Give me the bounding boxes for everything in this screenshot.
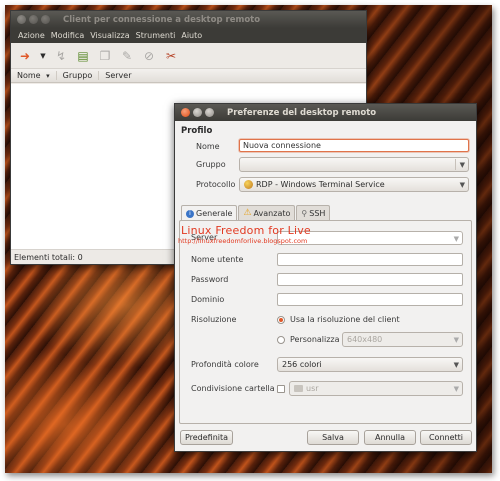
generale-panel: Server ▼ Nome utente Password Dominio Ri… xyxy=(179,220,472,424)
close-icon[interactable] xyxy=(181,108,190,117)
status-text: Elementi totali: 0 xyxy=(14,252,83,262)
chevron-down-icon: ▼ xyxy=(459,181,465,189)
risoluzione-label: Risoluzione xyxy=(191,315,237,324)
column-server[interactable]: Server xyxy=(99,71,137,80)
info-icon: i xyxy=(186,209,194,218)
prefs-titlebar: Preferenze del desktop remoto xyxy=(175,104,476,121)
password-label: Password xyxy=(191,275,229,284)
risoluzione-client-radio[interactable] xyxy=(277,316,285,324)
menu-visualizza[interactable]: Visualizza xyxy=(87,31,132,40)
nome-label: Nome xyxy=(196,142,220,151)
minimize-icon[interactable] xyxy=(193,108,202,117)
tab-generale[interactable]: i Generale xyxy=(181,205,238,221)
menu-modifica[interactable]: Modifica xyxy=(48,31,87,40)
folder-icon xyxy=(294,385,303,392)
nome-field[interactable]: Nuova connessione xyxy=(239,139,469,152)
profondita-combo[interactable]: 256 colori ▼ xyxy=(277,357,463,372)
chevron-down-icon: ▼ xyxy=(453,385,459,393)
protocollo-label: Protocollo xyxy=(196,180,236,189)
rdp-icon xyxy=(244,180,253,189)
menu-aiuto[interactable]: Aiuto xyxy=(178,31,205,40)
gruppo-label: Gruppo xyxy=(196,160,226,169)
utente-field[interactable] xyxy=(277,253,463,266)
menu-strumenti[interactable]: Strumenti xyxy=(133,31,179,40)
profile-heading: Profilo xyxy=(181,126,213,136)
maximize-icon[interactable] xyxy=(41,15,50,24)
condivisione-value: usr xyxy=(306,384,319,393)
column-nome[interactable]: Nome ▾ xyxy=(11,71,57,80)
tab-bar: i Generale ⚠ Avanzato ⚲ SSH xyxy=(181,205,331,221)
connect-icon[interactable]: ➜ xyxy=(17,48,33,64)
maximize-icon[interactable] xyxy=(205,108,214,117)
copy-icon[interactable]: ❐ xyxy=(97,48,113,64)
gruppo-combo[interactable]: ▼ xyxy=(239,157,469,172)
chevron-down-icon: ▼ xyxy=(459,161,465,169)
condivisione-label: Condivisione cartella xyxy=(191,384,275,393)
personalizza-radio[interactable] xyxy=(277,336,285,344)
new-document-icon[interactable]: ▤ xyxy=(75,48,91,64)
tab-avanzato[interactable]: ⚠ Avanzato xyxy=(238,205,296,220)
profondita-value: 256 colori xyxy=(282,360,322,369)
utente-label: Nome utente xyxy=(191,255,244,264)
dominio-field[interactable] xyxy=(277,293,463,306)
annulla-button[interactable]: Annulla xyxy=(364,430,416,445)
menu-azione[interactable]: Azione xyxy=(15,31,48,40)
chevron-down-icon: ▼ xyxy=(453,336,459,344)
predefinita-button[interactable]: Predefinita xyxy=(180,430,233,445)
preferences-icon[interactable]: ✂ xyxy=(163,48,179,64)
personalizza-value: 640x480 xyxy=(347,335,383,344)
column-header: Nome ▾ Gruppo Server xyxy=(11,69,366,83)
connetti-button[interactable]: Connetti xyxy=(420,430,472,445)
tab-ssh[interactable]: ⚲ SSH xyxy=(296,205,331,220)
protocollo-value: RDP - Windows Terminal Service xyxy=(256,180,385,189)
salva-button[interactable]: Salva xyxy=(307,430,359,445)
search-icon: ⚲ xyxy=(301,208,308,218)
condivisione-checkbox[interactable] xyxy=(277,385,285,393)
personalizza-label: Personalizza xyxy=(290,335,340,344)
main-titlebar: Client per connessione a desktop remoto xyxy=(11,11,366,28)
chevron-down-icon: ▼ xyxy=(453,235,459,243)
quick-connect-icon[interactable]: ↯ xyxy=(53,48,69,64)
column-gruppo[interactable]: Gruppo xyxy=(57,71,100,80)
protocollo-combo[interactable]: RDP - Windows Terminal Service ▼ xyxy=(239,177,469,192)
edit-icon[interactable]: ✎ xyxy=(119,48,135,64)
dominio-label: Dominio xyxy=(191,295,225,304)
warning-icon: ⚠ xyxy=(243,208,252,218)
minimize-icon[interactable] xyxy=(29,15,38,24)
preferences-dialog: Preferenze del desktop remoto Profilo No… xyxy=(174,103,477,452)
risoluzione-client-label: Usa la risoluzione del client xyxy=(290,315,400,324)
personalizza-combo[interactable]: 640x480 ▼ xyxy=(342,332,463,347)
toolbar: ➜ ▼ ↯ ▤ ❐ ✎ ⊘ ✂ xyxy=(11,43,366,69)
password-field[interactable] xyxy=(277,273,463,286)
condivisione-combo[interactable]: usr ▼ xyxy=(289,381,463,396)
chevron-down-icon[interactable]: ▼ xyxy=(39,48,47,64)
dialog-title: Preferenze del desktop remoto xyxy=(227,107,377,118)
window-title: Client per connessione a desktop remoto xyxy=(63,14,261,25)
chevron-down-icon: ▼ xyxy=(453,361,459,369)
sort-arrow-icon: ▾ xyxy=(46,72,50,80)
profondita-label: Profondità colore xyxy=(191,360,259,369)
menu-bar: Azione Modifica Visualizza Strumenti Aiu… xyxy=(11,28,366,43)
delete-icon[interactable]: ⊘ xyxy=(141,48,157,64)
close-icon[interactable] xyxy=(17,15,26,24)
watermark-title: Linux Freedom for Live xyxy=(181,224,311,237)
watermark-url: http://linuxfreedomforlive.blogspot.com xyxy=(178,237,308,245)
